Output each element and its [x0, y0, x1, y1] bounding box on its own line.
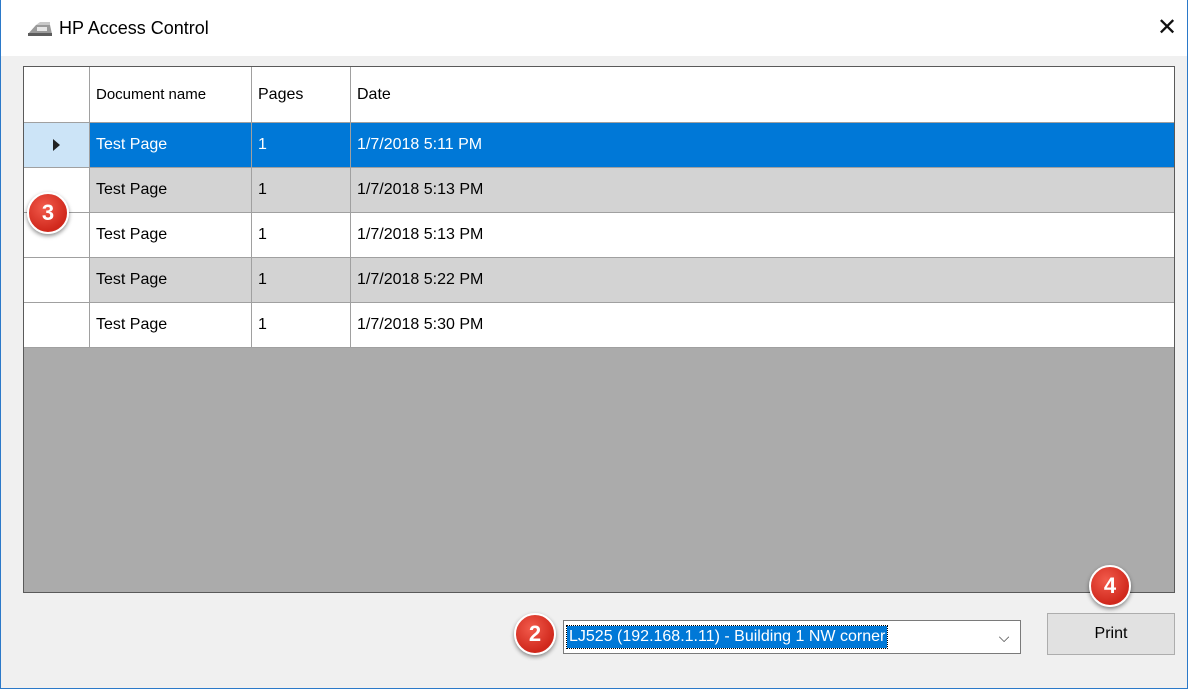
chevron-down-icon[interactable]: ⌵	[994, 627, 1014, 647]
pages-cell[interactable]: 1	[252, 123, 351, 168]
table-row[interactable]: Test Page 1 1/7/2018 5:13 PM	[24, 213, 1174, 258]
date-cell[interactable]: 1/7/2018 5:11 PM	[351, 123, 1174, 168]
table-row[interactable]: Test Page 1 1/7/2018 5:22 PM	[24, 258, 1174, 303]
row-selector[interactable]	[24, 258, 90, 303]
printer-select[interactable]: LJ525 (192.168.1.11) - Building 1 NW cor…	[563, 620, 1021, 654]
document-name-cell[interactable]: Test Page	[90, 213, 252, 258]
callout-badge-printer: 2	[514, 613, 556, 655]
row-selector[interactable]	[24, 303, 90, 348]
callout-badge-print: 4	[1089, 565, 1131, 607]
date-cell[interactable]: 1/7/2018 5:13 PM	[351, 168, 1174, 213]
grid-header: Document name Pages Date	[24, 67, 1174, 123]
print-jobs-grid[interactable]: Document name Pages Date Test Page 1 1/7…	[23, 66, 1175, 593]
row-selector[interactable]	[24, 123, 90, 168]
pages-cell[interactable]: 1	[252, 303, 351, 348]
pages-cell[interactable]: 1	[252, 213, 351, 258]
current-row-arrow-icon	[53, 139, 60, 151]
print-button[interactable]: Print	[1047, 613, 1175, 655]
pages-cell[interactable]: 1	[252, 258, 351, 303]
app-window: HP Access Control ✕ Document name Pages …	[0, 0, 1188, 689]
date-cell[interactable]: 1/7/2018 5:22 PM	[351, 258, 1174, 303]
document-name-cell[interactable]: Test Page	[90, 303, 252, 348]
table-row[interactable]: Test Page 1 1/7/2018 5:11 PM	[24, 123, 1174, 168]
window-title: HP Access Control	[59, 18, 209, 38]
column-header-date[interactable]: Date	[351, 67, 1174, 123]
close-button[interactable]: ✕	[1147, 8, 1187, 48]
callout-badge-grid: 3	[27, 192, 69, 234]
column-header-pages[interactable]: Pages	[252, 67, 351, 123]
column-header-document-name[interactable]: Document name	[90, 67, 252, 123]
row-header-corner	[24, 67, 90, 123]
document-name-cell[interactable]: Test Page	[90, 168, 252, 213]
date-cell[interactable]: 1/7/2018 5:13 PM	[351, 213, 1174, 258]
document-name-cell[interactable]: Test Page	[90, 258, 252, 303]
pages-cell[interactable]: 1	[252, 168, 351, 213]
table-row[interactable]: Test Page 1 1/7/2018 5:13 PM	[24, 168, 1174, 213]
printer-icon	[28, 22, 52, 36]
document-name-cell[interactable]: Test Page	[90, 123, 252, 168]
table-row[interactable]: Test Page 1 1/7/2018 5:30 PM	[24, 303, 1174, 348]
close-icon: ✕	[1156, 14, 1178, 41]
printer-select-value: LJ525 (192.168.1.11) - Building 1 NW cor…	[565, 625, 889, 649]
date-cell[interactable]: 1/7/2018 5:30 PM	[351, 303, 1174, 348]
title-bar: HP Access Control ✕	[1, 0, 1187, 56]
